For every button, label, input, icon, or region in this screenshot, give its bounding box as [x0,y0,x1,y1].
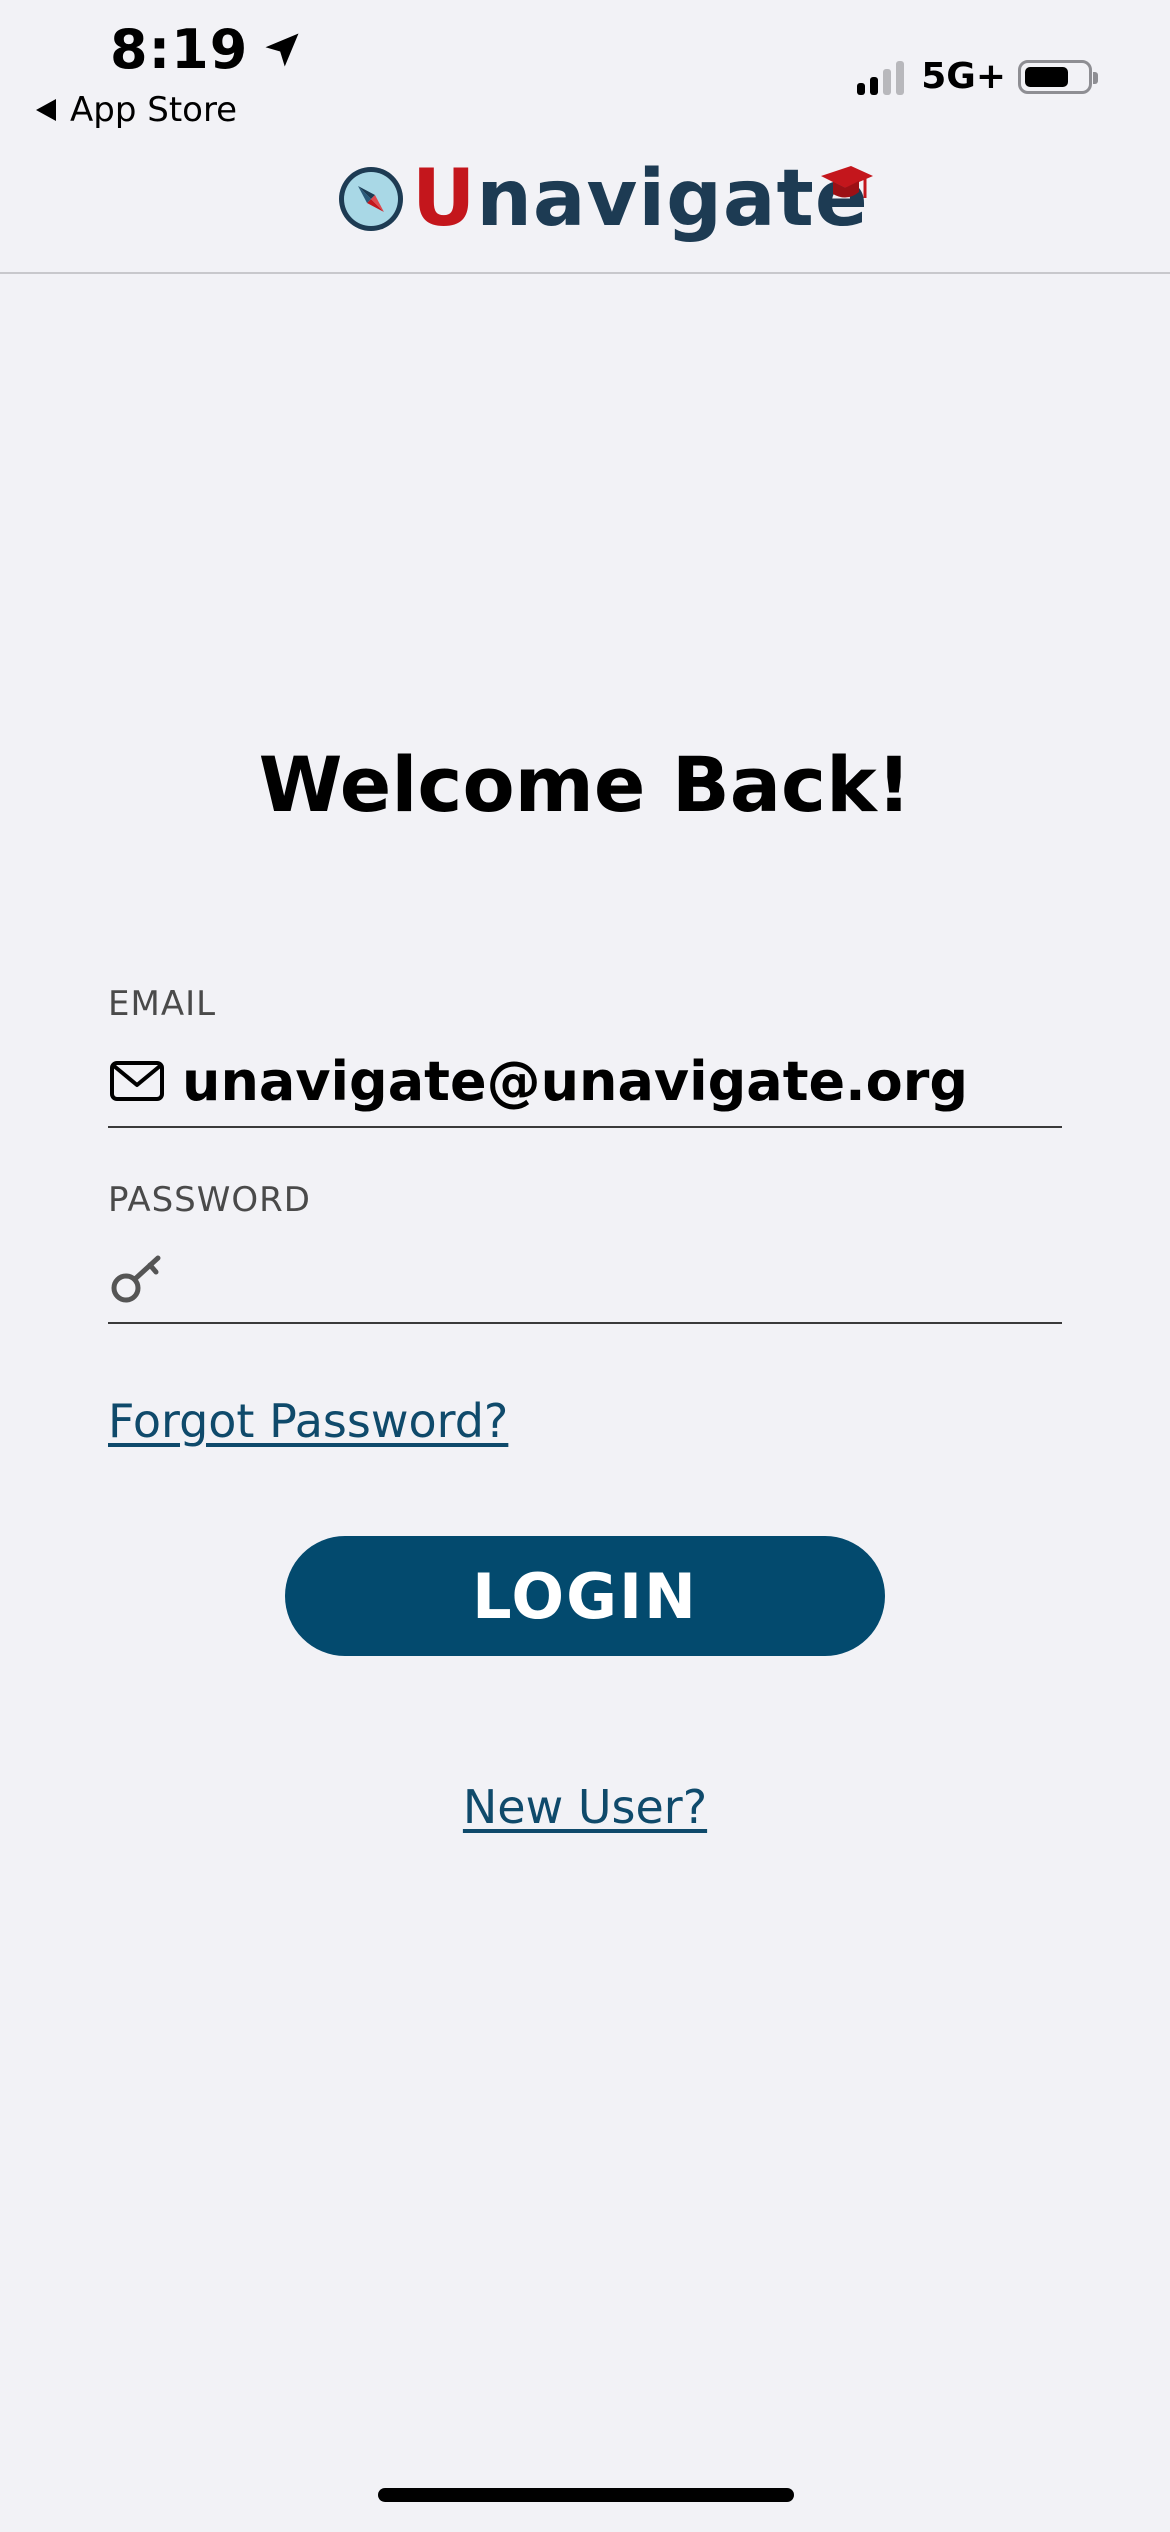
status-indicators: 5G+ [857,56,1098,97]
network-type: 5G+ [921,56,1006,97]
email-field[interactable]: unavigate@unavigate.org [108,1036,1062,1128]
email-label: EMAIL [108,984,217,1024]
home-indicator[interactable] [378,2488,794,2502]
back-to-app-store[interactable]: App Store [36,90,237,130]
page-title: Welcome Back! [258,740,912,829]
envelope-icon [110,1061,164,1101]
email-value: unavigate@unavigate.org [182,1049,969,1113]
location-arrow-icon [265,33,299,66]
login-button[interactable]: LOGIN [285,1536,885,1656]
compass-icon [339,167,403,231]
battery-level-fill [1025,66,1069,87]
password-field[interactable] [108,1232,1062,1324]
back-app-label: App Store [70,90,238,130]
new-user-link[interactable]: New User? [0,1780,1170,1834]
forgot-password-link[interactable]: Forgot Password? [108,1394,508,1448]
status-time-text: 8:19 [110,18,249,81]
key-icon [111,1255,161,1303]
new-user-link-label[interactable]: New User? [463,1780,707,1834]
back-triangle-icon [36,99,56,121]
cellular-signal-icon [857,59,909,95]
status-time: 8:19 [110,18,304,81]
logo-letter-u: U [412,154,477,244]
logo-letters-rest: navigate [476,154,869,244]
logo-wordmark: Unavigate [412,160,869,238]
unavigate-logo: Unavigate [336,160,873,238]
password-label: PASSWORD [108,1180,311,1220]
graduation-cap-icon [820,166,873,198]
app-header: Unavigate [0,150,1170,274]
battery-icon [1018,59,1098,94]
